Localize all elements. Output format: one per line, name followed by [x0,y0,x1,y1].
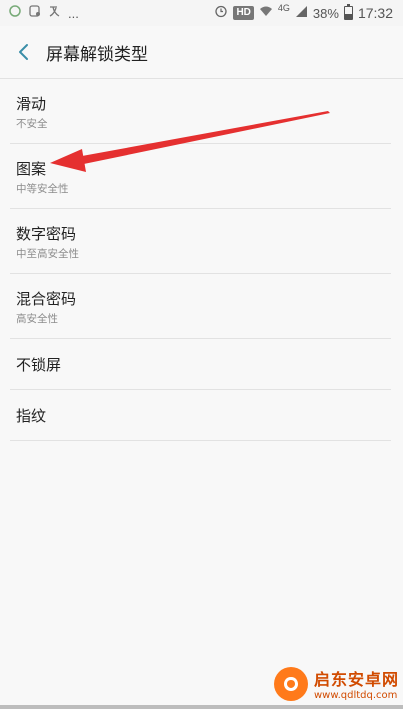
option-pin[interactable]: 数字密码 中至高安全性 [0,209,403,274]
lock-type-list: 滑动 不安全 图案 中等安全性 数字密码 中至高安全性 混合密码 高安全性 不锁… [0,79,403,441]
bottom-edge [0,705,403,709]
status-time: 17:32 [357,5,393,21]
row-divider [10,440,391,441]
watermark-url: www.qdltdq.com [313,690,398,701]
message-icon [28,4,42,22]
option-pattern[interactable]: 图案 中等安全性 [0,144,403,209]
option-label: 混合密码 [16,290,77,308]
signal-icon [295,5,308,22]
site-watermark: 启东安卓网 www.qdltdq.com [273,666,399,701]
watermark-text: 启东安卓网 www.qdltdq.com [314,666,399,701]
watermark-name: 启东安卓网 [313,670,399,689]
option-swipe[interactable]: 滑动 不安全 [0,79,403,144]
option-label: 图案 [16,160,47,178]
option-label: 不锁屏 [16,356,62,374]
status-left: ... [8,4,79,22]
watermark-logo-icon [273,666,308,701]
wifi-icon [259,4,273,22]
back-button[interactable] [4,30,44,74]
app-header: 屏幕解锁类型 [0,26,403,78]
option-description: 高安全性 [16,313,58,325]
option-fingerprint[interactable]: 指纹 [0,390,403,441]
status-overflow: ... [68,5,79,21]
chevron-left-icon [19,44,28,60]
option-label: 滑动 [16,95,47,113]
network-type: 4G [277,3,290,13]
status-bar: ... HD 4G 38% 17:32 [0,0,403,26]
translate-icon [48,4,62,22]
option-password[interactable]: 混合密码 高安全性 [0,274,403,339]
alarm-icon [214,4,228,22]
page-title: 屏幕解锁类型 [46,44,148,65]
status-right: HD 4G 38% 17:32 [214,3,393,22]
option-description: 中等安全性 [16,183,69,195]
hd-badge: HD [233,6,254,20]
battery-icon [343,4,353,20]
notification-app-icon [8,4,22,22]
battery-percent: 38% [312,5,339,21]
option-none[interactable]: 不锁屏 [0,339,403,390]
option-label: 数字密码 [16,225,77,243]
option-label: 指纹 [16,407,47,425]
option-description: 中至高安全性 [16,248,79,260]
option-description: 不安全 [16,118,48,130]
